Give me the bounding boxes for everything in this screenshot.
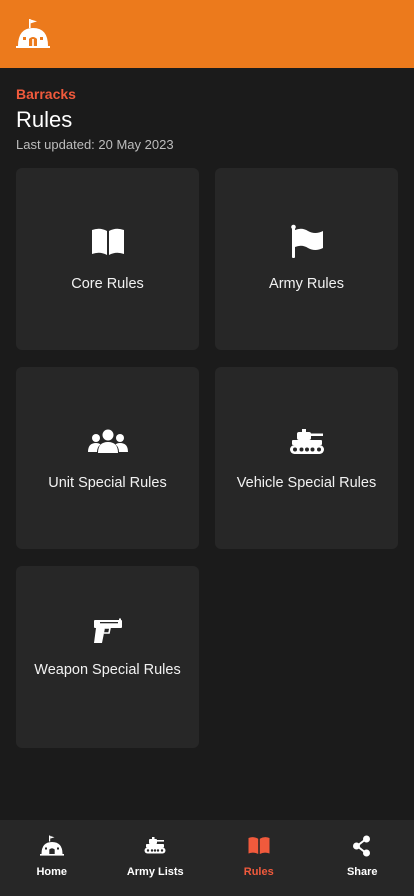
card-core-rules[interactable]: Core Rules <box>16 168 199 350</box>
app-screen: Barracks Rules Last updated: 20 May 2023… <box>0 0 414 896</box>
card-label: Core Rules <box>71 276 144 292</box>
open-book-icon <box>248 837 270 854</box>
nav-label: Rules <box>243 866 274 878</box>
page-header: Barracks Rules Last updated: 20 May 2023 <box>16 86 398 153</box>
open-book-icon <box>91 228 124 255</box>
card-label: Vehicle Special Rules <box>236 475 377 491</box>
nav-item-army-lists[interactable]: Army Lists <box>104 820 208 896</box>
tank-icon <box>144 837 166 854</box>
bottom-navigation: Home Army Lists Rules Share <box>0 820 414 896</box>
pistol-icon <box>93 618 122 643</box>
barracks-logo-icon[interactable] <box>16 18 50 50</box>
last-updated-text: Last updated: 20 May 2023 <box>16 137 174 152</box>
nav-label: Home <box>36 866 68 878</box>
card-label: Weapon Special Rules <box>34 662 181 678</box>
nav-label: Army Lists <box>126 866 184 878</box>
nav-item-share[interactable]: Share <box>311 820 414 896</box>
card-label: Unit Special Rules <box>48 475 167 491</box>
breadcrumb[interactable]: Barracks <box>16 86 398 102</box>
card-label: Army Rules <box>269 276 344 292</box>
top-app-bar <box>0 0 414 68</box>
page-title: Rules <box>16 107 73 132</box>
users-group-icon <box>87 429 128 453</box>
flag-icon <box>290 224 323 258</box>
card-vehicle-special-rules[interactable]: Vehicle Special Rules <box>215 367 398 549</box>
barracks-icon <box>39 835 64 856</box>
card-army-rules[interactable]: Army Rules <box>215 168 398 350</box>
nav-label: Share <box>346 866 378 878</box>
nav-item-rules[interactable]: Rules <box>207 820 311 896</box>
card-unit-special-rules[interactable]: Unit Special Rules <box>16 367 199 549</box>
share-icon <box>353 835 371 857</box>
card-weapon-special-rules[interactable]: Weapon Special Rules <box>16 566 199 748</box>
nav-item-home[interactable]: Home <box>0 820 104 896</box>
tank-icon <box>289 429 324 454</box>
